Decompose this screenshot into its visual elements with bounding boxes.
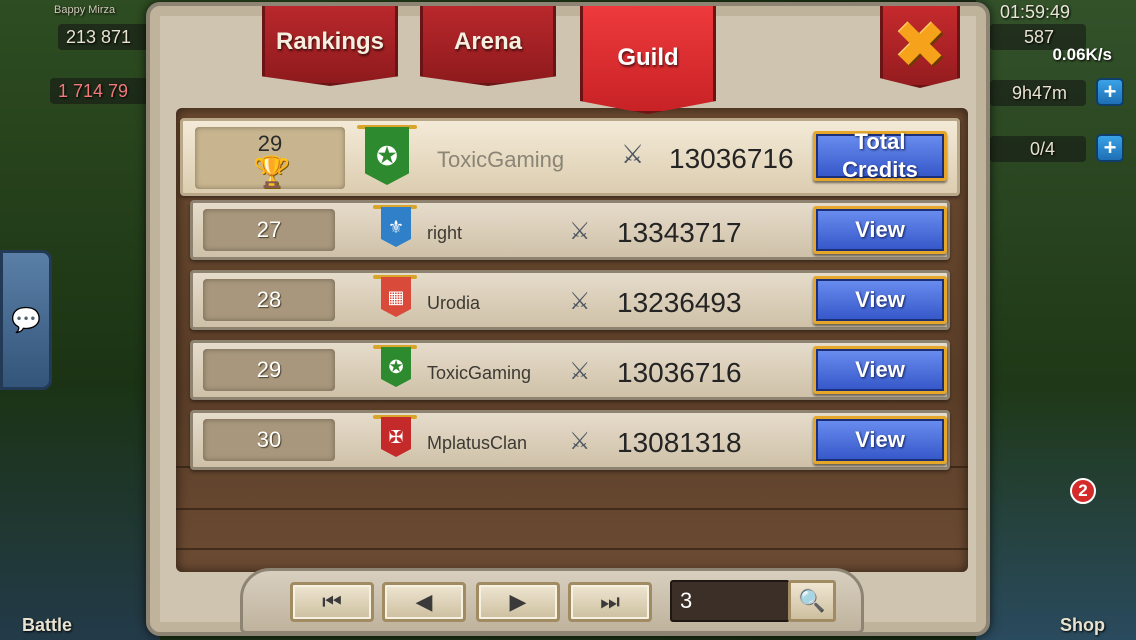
total-credits-button[interactable]: Total Credits	[813, 129, 947, 182]
energy-display: 0/4	[990, 136, 1086, 162]
rank-value: 29	[203, 349, 335, 391]
rate-display: 0.06K/s	[1052, 45, 1112, 64]
guild-banner-icon: ✠	[381, 417, 411, 457]
tab-rankings[interactable]: Rankings	[262, 6, 398, 86]
swords-icon: ⚔	[569, 428, 591, 455]
my-guild-score: 13036716	[669, 143, 794, 174]
chat-toggle-button[interactable]: 💬	[0, 250, 52, 390]
close-icon: ✖	[893, 9, 947, 81]
guild-score: 13036716	[617, 357, 742, 388]
guild-name: MplatusClan	[427, 433, 528, 453]
rank-value: 30	[203, 419, 335, 461]
rank-value: 27	[203, 209, 335, 251]
clock: 01:59:49	[1000, 2, 1071, 22]
battle-label[interactable]: Battle	[22, 615, 72, 636]
guild-banner-icon: ▦	[381, 277, 411, 317]
rank-value: 28	[203, 279, 335, 321]
view-button[interactable]: View	[813, 416, 947, 464]
swords-icon: ⚔	[569, 288, 591, 315]
guild-score: 13081318	[617, 427, 742, 458]
add-timer-button[interactable]: +	[1096, 78, 1124, 106]
guild-name: Urodia	[427, 293, 481, 313]
my-rank-box: 29 🏆	[195, 127, 345, 189]
notification-badge: 2	[1070, 478, 1096, 504]
guild-score: 13236493	[617, 287, 742, 318]
guild-banner-icon: ✪	[365, 127, 409, 185]
table-row: 28 ▦ Urodia ⚔ 13236493 View	[190, 270, 950, 330]
close-button[interactable]: ✖	[880, 6, 960, 88]
my-guild-row: 29 🏆 ✪ ToxicGaming ⚔ 13036716 Total Cred…	[180, 118, 960, 196]
my-guild-name: ToxicGaming	[437, 147, 565, 172]
last-page-button[interactable]: ⏭	[568, 582, 652, 622]
my-rank: 29	[257, 131, 283, 156]
page-number-input[interactable]	[670, 580, 790, 622]
first-page-icon: ⏮	[322, 589, 342, 614]
swords-icon: ⚔	[569, 358, 591, 385]
tab-arena[interactable]: Arena	[420, 6, 556, 86]
table-row: 30 ✠ MplatusClan ⚔ 13081318 View	[190, 410, 950, 470]
last-page-icon: ⏭	[600, 589, 620, 614]
trophy-icon: 🏆	[253, 156, 291, 189]
swords-icon: ⚔	[569, 218, 591, 245]
guild-banner-icon: ✪	[381, 347, 411, 387]
swords-icon: ⚔	[621, 139, 645, 169]
view-button[interactable]: View	[813, 206, 947, 254]
first-page-button[interactable]: ⏮	[290, 582, 374, 622]
shop-label[interactable]: Shop	[1060, 615, 1105, 636]
guild-name: right	[427, 223, 463, 243]
might-counter: 1 714 79	[50, 78, 150, 104]
view-button[interactable]: View	[813, 276, 947, 324]
table-row: 29 ✪ ToxicGaming ⚔ 13036716 View	[190, 340, 950, 400]
guild-score: 13343717	[617, 217, 742, 248]
prev-page-button[interactable]: ◀	[382, 582, 466, 622]
player-name: Bappy Mirza	[54, 4, 116, 16]
prev-page-icon: ◀	[415, 589, 433, 614]
next-page-button[interactable]: ▶	[476, 582, 560, 622]
leaderboard-panel: Rankings Arena Guild ✖ 29 🏆 ✪ ToxicGamin…	[146, 2, 990, 636]
next-page-icon: ▶	[509, 589, 527, 614]
search-icon: 🔍	[798, 588, 826, 613]
gold-counter: 213 871	[58, 24, 150, 50]
search-button[interactable]: 🔍	[788, 580, 836, 622]
view-button[interactable]: View	[813, 346, 947, 394]
chat-icon: 💬	[11, 306, 41, 334]
table-row: 27 ⚜ right ⚔ 13343717 View	[190, 200, 950, 260]
timer-display: 9h47m	[990, 80, 1086, 106]
guild-name: ToxicGaming	[427, 363, 532, 383]
tab-guild[interactable]: Guild	[580, 6, 716, 114]
add-energy-button[interactable]: +	[1096, 134, 1124, 162]
guild-banner-icon: ⚜	[381, 207, 411, 247]
